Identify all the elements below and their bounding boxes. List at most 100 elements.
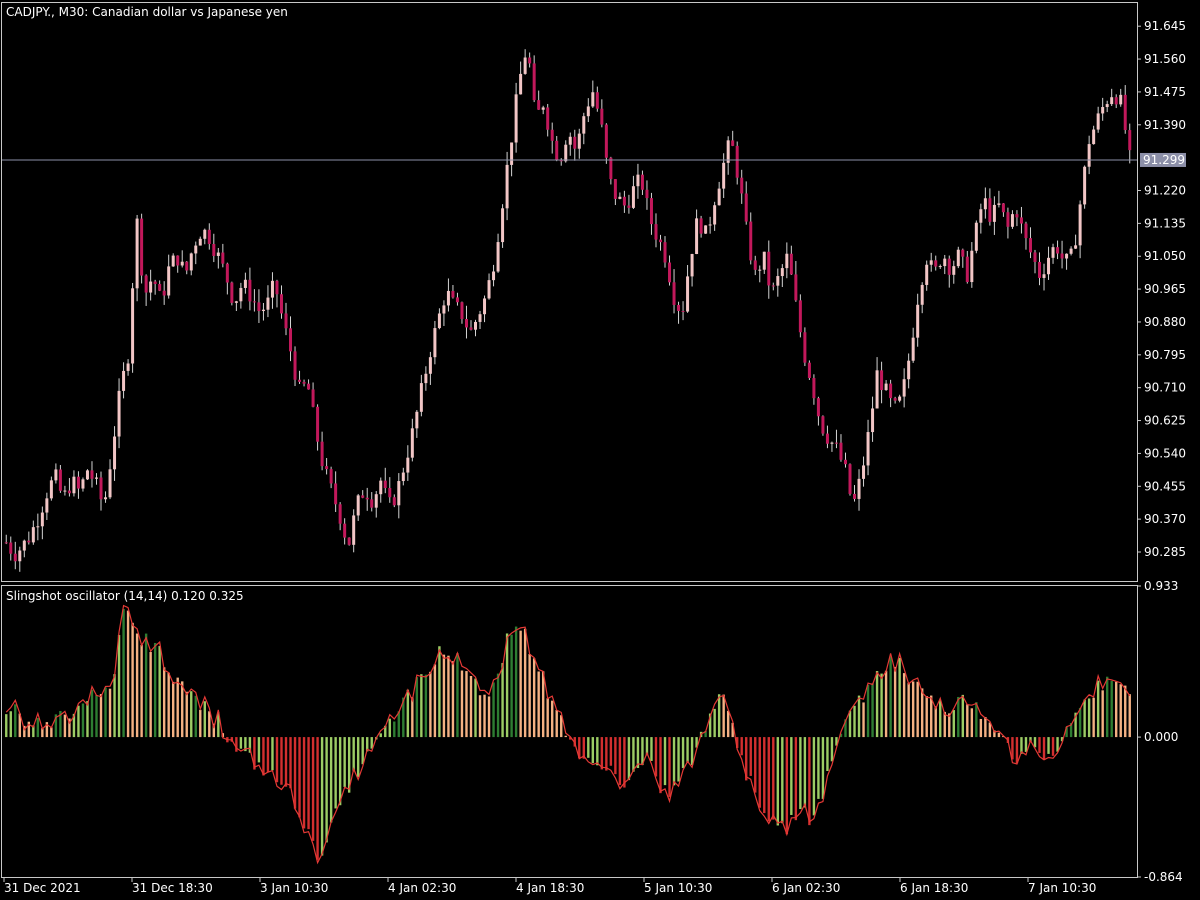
oscillator-bar <box>722 694 725 738</box>
oscillator-bar <box>555 710 558 738</box>
candle-body <box>104 497 108 500</box>
candle-body <box>573 136 577 149</box>
oscillator-bar <box>848 710 852 738</box>
candle-body <box>609 157 613 180</box>
oscillator-bar <box>763 737 766 814</box>
candle-body <box>270 280 274 298</box>
candle-body <box>1119 94 1123 105</box>
oscillator-bar <box>884 670 888 738</box>
oscillator-bar <box>361 737 364 765</box>
oscillator-bar <box>456 653 459 738</box>
oscillator-bar <box>618 737 622 785</box>
candle-body <box>216 252 220 256</box>
candle-body <box>830 442 834 444</box>
oscillator-bar <box>821 737 825 799</box>
oscillator-title: Slingshot oscillator (14,14) 0.120 0.325 <box>6 589 244 603</box>
oscillator-bar <box>122 609 125 738</box>
candle-body <box>293 351 297 380</box>
candle-body <box>591 92 595 107</box>
candle-body <box>1028 238 1032 253</box>
oscillator-bar <box>523 628 527 738</box>
candle-body <box>663 242 667 263</box>
candle-body <box>1060 253 1064 259</box>
candle-body <box>325 466 329 470</box>
oscillator-bar <box>451 661 455 738</box>
candle-body <box>735 145 739 178</box>
candle-body <box>997 203 1001 205</box>
candle-body <box>401 472 405 482</box>
candle-body <box>929 260 933 265</box>
candle-body <box>681 310 685 312</box>
oscillator-bar <box>1115 681 1118 738</box>
oscillator-bar <box>50 727 53 738</box>
candle-body <box>40 512 44 527</box>
candle-body <box>212 243 216 256</box>
candle-body <box>555 140 559 161</box>
oscillator-bar <box>510 634 513 738</box>
oscillator-bar <box>329 737 333 823</box>
candle-body <box>871 408 875 433</box>
oscillator-bar <box>1101 690 1104 738</box>
oscillator-bar <box>961 694 964 738</box>
oscillator-bar <box>162 667 166 738</box>
candle-body <box>469 327 473 330</box>
candle-body <box>307 383 311 390</box>
candle-body <box>898 396 902 401</box>
oscillator-bar <box>681 737 685 769</box>
candle-body <box>992 204 996 222</box>
candle-body <box>812 377 816 399</box>
oscillator-bar <box>316 737 319 860</box>
oscillator-bar <box>185 691 188 738</box>
oscillator-bar <box>140 644 143 738</box>
oscillator-bar <box>889 656 892 738</box>
oscillator-bar <box>686 737 689 763</box>
x-tick-label: 31 Dec 18:30 <box>132 881 213 895</box>
candle-body <box>803 332 807 363</box>
candle-body <box>501 208 505 243</box>
candle-body <box>27 540 31 543</box>
price-tick-label: 91.475 <box>1144 85 1186 99</box>
oscillator-bar <box>415 677 419 738</box>
oscillator-bar <box>1024 737 1028 752</box>
candle-body <box>316 406 320 442</box>
candle-body <box>505 164 509 209</box>
oscillator-bar <box>284 737 288 787</box>
oscillator-bar <box>726 710 730 738</box>
candle-body <box>311 389 315 407</box>
oscillator-bar <box>654 737 658 777</box>
candle-body <box>744 193 748 222</box>
oscillator-bar <box>77 705 80 738</box>
oscillator-bar <box>663 737 667 786</box>
oscillator-bar <box>149 651 152 738</box>
candle-body <box>207 229 211 244</box>
oscillator-bar <box>537 671 540 738</box>
oscillator-bar <box>587 737 590 758</box>
oscillator-bar <box>496 673 500 738</box>
oscillator-bar <box>600 737 604 770</box>
candle-body <box>586 106 590 117</box>
oscillator-bar <box>591 737 595 764</box>
candle-body <box>677 304 681 311</box>
candle-body <box>514 94 518 143</box>
candle-body <box>947 258 951 275</box>
oscillator-bar <box>9 711 12 738</box>
oscillator-bar <box>632 737 635 772</box>
candle-body <box>1019 217 1023 224</box>
candle-body <box>613 179 617 199</box>
candle-body <box>1051 247 1055 258</box>
oscillator-bar <box>551 700 554 738</box>
candle-body <box>519 73 523 95</box>
candle-body <box>893 398 897 401</box>
candle-body <box>442 305 446 314</box>
candle-body <box>649 198 653 225</box>
price-tick-label: 90.880 <box>1144 315 1186 329</box>
candle-body <box>645 189 649 199</box>
candle-body <box>776 276 780 286</box>
oscillator-bar <box>492 682 495 738</box>
candle-body <box>90 470 94 479</box>
oscillator-bar <box>271 737 274 771</box>
candle-body <box>410 428 414 458</box>
oscillator-bar <box>239 737 243 749</box>
candle-body <box>564 144 568 162</box>
candle-body <box>343 523 347 538</box>
